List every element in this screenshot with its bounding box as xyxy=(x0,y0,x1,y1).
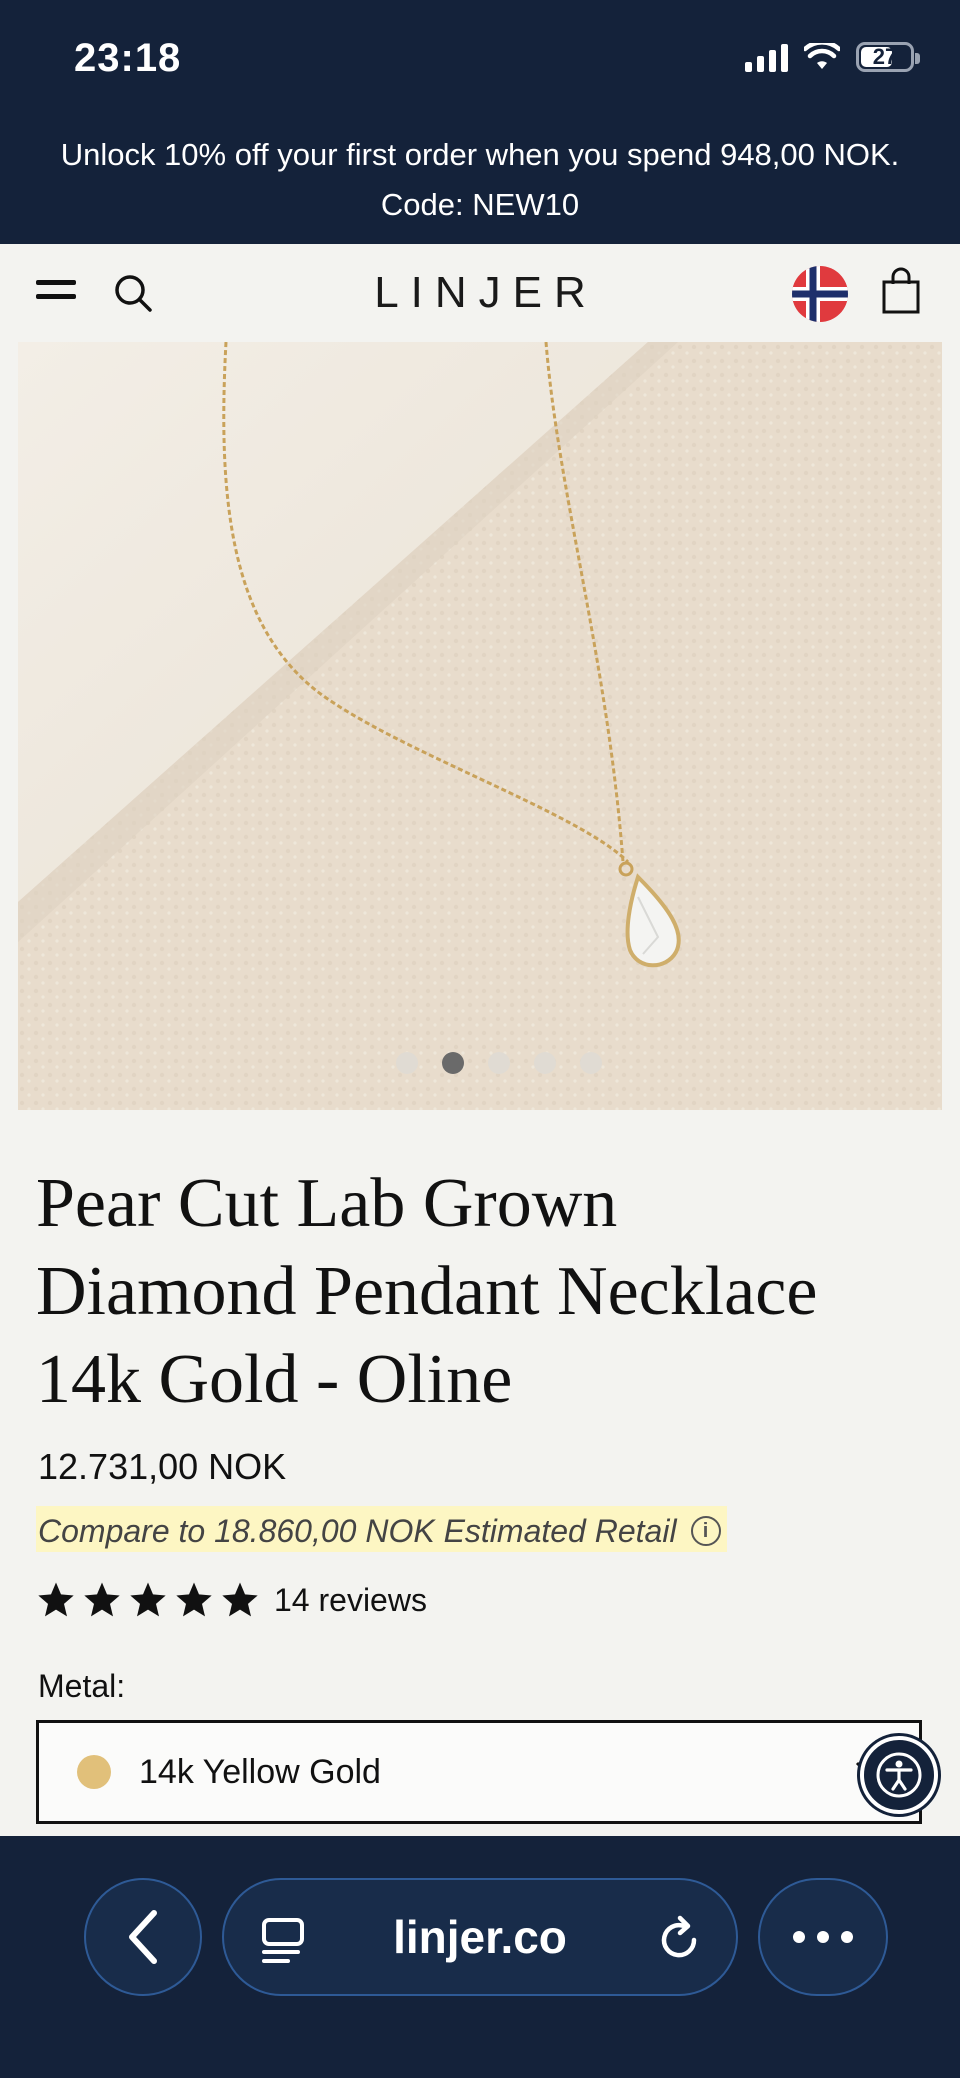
carousel-dot[interactable] xyxy=(580,1052,602,1074)
browser-toolbar: linjer.co xyxy=(0,1836,960,2078)
product-price: 12.731,00 NOK xyxy=(38,1446,287,1487)
url-text: linjer.co xyxy=(393,1911,567,1963)
battery-level: 27 xyxy=(872,44,898,69)
star-icon xyxy=(222,1582,258,1617)
signal-icon xyxy=(745,42,788,72)
reload-icon[interactable] xyxy=(654,1914,704,1964)
carousel-dot[interactable] xyxy=(396,1052,418,1074)
status-time: 23:18 xyxy=(74,36,182,80)
more-icon xyxy=(793,1931,853,1943)
status-bar: 23:18 27 xyxy=(0,0,960,122)
back-button[interactable] xyxy=(84,1878,202,1996)
more-button[interactable] xyxy=(758,1878,888,1996)
accessibility-icon xyxy=(876,1752,922,1798)
star-icon xyxy=(84,1582,120,1617)
battery-icon: 27 xyxy=(856,42,920,72)
metal-select[interactable]: 14k Yellow Gold xyxy=(36,1720,922,1824)
promo-text-line2: Code: NEW10 xyxy=(380,187,580,222)
compare-price-text: Compare to 18.860,00 NOK Estimated Retai… xyxy=(38,1512,677,1549)
page-menu-icon[interactable] xyxy=(258,1916,308,1966)
accessibility-button[interactable] xyxy=(860,1736,938,1814)
star-icon xyxy=(38,1582,74,1617)
site-header: LINJER xyxy=(0,244,960,342)
promo-banner[interactable]: Unlock 10% off your first order when you… xyxy=(0,122,960,244)
product-title-line: Diamond Pendant Necklace xyxy=(36,1253,818,1330)
carousel-dot[interactable] xyxy=(488,1052,510,1074)
star-rating[interactable]: 14 reviews xyxy=(36,1580,427,1620)
promo-text-line1: Unlock 10% off your first order when you… xyxy=(60,137,900,172)
carousel-dots xyxy=(18,1052,942,1074)
star-icon xyxy=(130,1582,166,1617)
gold-swatch xyxy=(77,1755,111,1789)
norway-flag-icon[interactable] xyxy=(792,266,848,322)
wifi-icon xyxy=(804,43,840,69)
stars xyxy=(36,1580,260,1620)
review-count[interactable]: 14 reviews xyxy=(274,1582,427,1619)
product-image-carousel[interactable] xyxy=(18,342,942,1110)
product-title-line: 14k Gold - Oline xyxy=(36,1341,513,1418)
status-icons: 27 xyxy=(745,42,920,72)
metal-value: 14k Yellow Gold xyxy=(139,1752,381,1791)
shopping-bag-icon[interactable] xyxy=(880,266,922,316)
metal-label: Metal: xyxy=(38,1668,126,1704)
product-photo xyxy=(18,342,942,1110)
carousel-dot[interactable] xyxy=(442,1052,464,1074)
product-title-line: Pear Cut Lab Grown xyxy=(36,1165,618,1242)
product-title: Pear Cut Lab Grown Diamond Pendant Neckl… xyxy=(36,1160,916,1424)
chevron-left-icon xyxy=(129,1910,157,1964)
star-icon xyxy=(176,1582,212,1617)
info-icon[interactable]: i xyxy=(690,1516,721,1546)
carousel-dot[interactable] xyxy=(534,1052,556,1074)
address-bar[interactable]: linjer.co xyxy=(222,1878,738,1996)
compare-price: Compare to 18.860,00 NOK Estimated Retai… xyxy=(36,1506,727,1552)
